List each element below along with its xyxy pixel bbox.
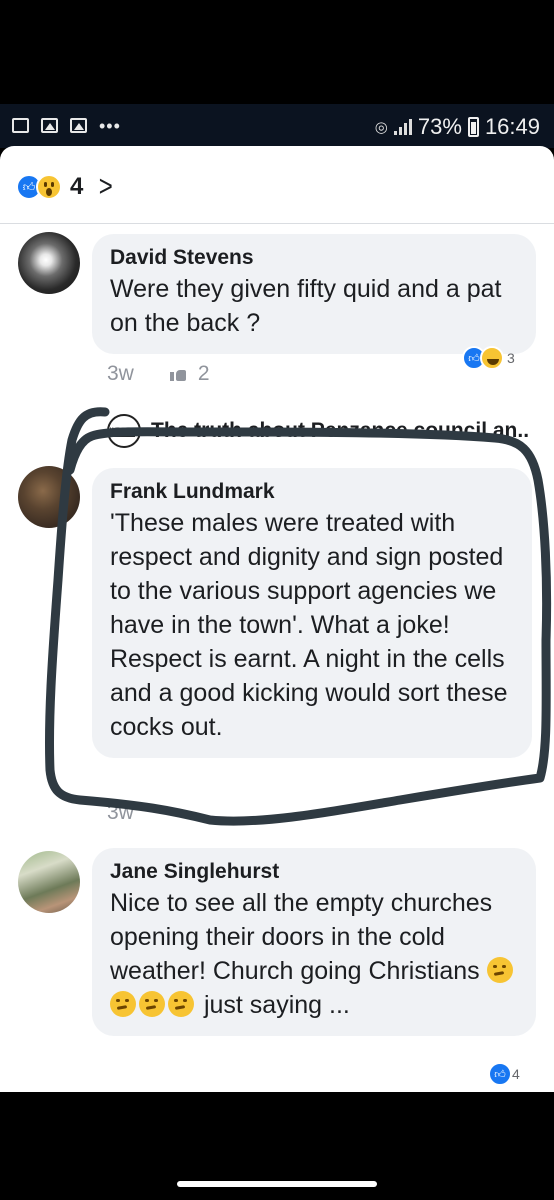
comment-text: Were they given fifty quid and a pat on …	[110, 275, 502, 337]
clock: 16:49	[484, 114, 540, 139]
commenter-name[interactable]: David Stevens	[110, 244, 518, 272]
comment-text-start: Nice to see all the empty churches openi…	[110, 889, 493, 985]
comment-meta: 3w 2	[107, 362, 210, 386]
chevron-right-icon[interactable]: >	[99, 170, 113, 204]
commenter-name[interactable]: Jane Singlehurst	[110, 858, 518, 886]
upload-icon	[70, 118, 87, 133]
comment-bubble[interactable]: David Stevens Were they given fifty quid…	[92, 234, 536, 354]
reaction-count: 4	[512, 1066, 520, 1082]
battery-icon	[467, 117, 479, 137]
comment-meta: 3w	[107, 801, 134, 825]
more-notifications-icon: •••	[99, 115, 121, 136]
avatar-david-stevens[interactable]	[18, 232, 80, 294]
thinking-emoji-icon	[168, 991, 194, 1017]
divider	[0, 223, 554, 224]
comment-time: 3w	[107, 801, 134, 824]
page-name[interactable]: The truth about Penzance council an..	[151, 419, 529, 443]
haha-reaction-icon	[480, 346, 504, 370]
notification-icons: •••	[12, 115, 121, 136]
signal-icon	[393, 119, 412, 135]
comment-bubble[interactable]: Jane Singlehurst Nice to see all the emp…	[92, 848, 536, 1036]
reaction-summary[interactable]: 👍︎ 4 >	[16, 170, 115, 204]
page-logo: WE♥WILL	[107, 414, 141, 448]
image-icon	[12, 118, 29, 133]
comment-text: 'These males were treated with respect a…	[110, 509, 508, 741]
avatar-jane-singlehurst[interactable]	[18, 851, 80, 913]
upload-icon	[41, 118, 58, 133]
commenter-name[interactable]: Frank Lundmark	[110, 478, 514, 506]
page-reply-preview[interactable]: WE♥WILL The truth about Penzance council…	[107, 414, 529, 448]
comment-reactions[interactable]: 👍︎ 3	[462, 346, 515, 370]
battery-percentage: 73%	[417, 114, 462, 139]
thinking-emoji-icon	[110, 991, 136, 1017]
avatar-frank-lundmark[interactable]	[18, 466, 80, 528]
wifi-icon: ◎	[374, 119, 388, 136]
comment-bubble[interactable]: Frank Lundmark 'These males were treated…	[92, 468, 532, 758]
reaction-count: 3	[507, 350, 515, 366]
comment-reactions[interactable]: 👍︎ 4	[488, 1062, 520, 1086]
thinking-emoji-icon	[486, 957, 513, 983]
system-status: ◎ 73% 16:49	[375, 114, 540, 140]
comment-text-end: just saying ...	[203, 991, 350, 1019]
comments-sheet: 👍︎ 4 > David Stevens Were they given fif…	[0, 146, 554, 1092]
like-icon[interactable]	[169, 367, 186, 381]
status-bar: ••• ◎ 73% 16:49	[0, 104, 554, 148]
comment-time: 3w	[107, 362, 134, 385]
wow-reaction-icon	[36, 174, 62, 200]
like-reaction-icon: 👍︎	[488, 1062, 512, 1086]
reaction-count: 4	[70, 173, 84, 200]
like-count[interactable]: 2	[198, 362, 210, 386]
comment-text: Nice to see all the empty churches openi…	[110, 886, 518, 1022]
home-indicator[interactable]	[177, 1181, 377, 1187]
thinking-emoji-icon	[139, 991, 165, 1017]
